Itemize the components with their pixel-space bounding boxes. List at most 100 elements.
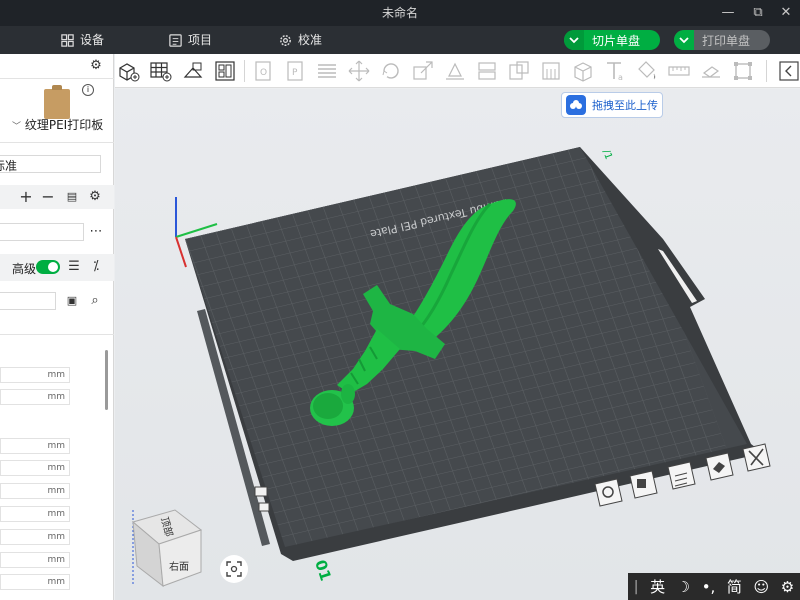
support-paint-icon[interactable] <box>539 59 563 83</box>
setting-field[interactable]: mm <box>0 460 70 476</box>
emoji-icon[interactable]: ☺ <box>754 578 770 596</box>
left-panel: ⚙ i ﹀ 纹理PEI打印板 标准 + − ▤ ⚙ ⋯ 高级 ☰ ⁒ ▣ ⌕ m… <box>0 54 114 600</box>
search-input[interactable] <box>0 292 56 310</box>
plate-type-select[interactable]: ﹀ 纹理PEI打印板 <box>12 116 103 133</box>
plate-corner-mark: /1 <box>600 148 614 161</box>
auto-orient-icon[interactable] <box>181 59 205 83</box>
gear-icon[interactable]: ⚙ <box>87 189 103 205</box>
menu-device-label: 设备 <box>80 33 105 47</box>
setting-field[interactable]: mm <box>0 574 70 590</box>
close-button[interactable]: ✕ <box>776 4 796 22</box>
maximize-button[interactable]: ⧉ <box>748 4 768 22</box>
toolbar: O P a <box>115 54 800 88</box>
project-icon <box>169 33 182 47</box>
assembly-icon[interactable] <box>699 59 723 83</box>
advanced-label: 高级 <box>12 262 37 276</box>
print-plate-label: 打印单盘 <box>702 33 751 48</box>
chevron-down-icon[interactable] <box>674 30 694 50</box>
menu-project[interactable]: 项目 <box>168 26 212 54</box>
sync-icon[interactable]: ▤ <box>64 189 80 205</box>
nav-cube-right-label: 右面 <box>169 560 189 573</box>
title-bar: 未命名 — ⧉ ✕ <box>0 0 800 26</box>
color-paint-icon[interactable] <box>635 59 659 83</box>
profile-select[interactable]: 标准 <box>0 155 101 173</box>
toolbar-divider <box>766 60 767 82</box>
slice-plate-label: 切片单盘 <box>592 33 641 48</box>
measure-icon[interactable] <box>667 59 691 83</box>
remove-icon[interactable]: − <box>40 189 56 205</box>
seam-paint-icon[interactable] <box>571 59 595 83</box>
setting-field[interactable]: mm <box>0 529 70 545</box>
more-icon[interactable]: ⋯ <box>88 224 104 240</box>
print-plate-button[interactable]: 打印单盘 <box>674 30 770 50</box>
minimize-button[interactable]: — <box>718 4 738 22</box>
settings-icon[interactable]: ⚙ <box>781 578 794 596</box>
menu-device[interactable]: 设备 <box>60 26 104 54</box>
cloud-upload-icon <box>566 95 586 115</box>
text-icon[interactable]: a <box>603 59 627 83</box>
object-list-icon[interactable]: O <box>251 59 275 83</box>
save-icon[interactable]: ▣ <box>64 293 80 309</box>
menu-calibrate-label: 校准 <box>298 33 323 47</box>
punctuation-icon[interactable]: •, <box>702 578 716 596</box>
fit-view-icon[interactable] <box>731 59 755 83</box>
settings-icon[interactable]: ⚙ <box>88 58 104 74</box>
filament-header: + − ▤ ⚙ <box>0 185 114 209</box>
svg-text:a: a <box>618 73 623 82</box>
layers-icon[interactable] <box>315 59 339 83</box>
plate-settings-icon[interactable]: P <box>283 59 307 83</box>
menu-bar: 设备 项目 校准 切片单盘 打印单盘 <box>0 26 800 54</box>
info-icon[interactable]: i <box>82 84 94 96</box>
setting-field[interactable]: mm <box>0 483 70 499</box>
window-title: 未命名 <box>381 6 418 20</box>
scrollbar[interactable] <box>105 350 108 410</box>
setting-field[interactable]: mm <box>0 552 70 568</box>
compare-icon[interactable]: ⁒ <box>88 259 104 275</box>
menu-calibrate[interactable]: 校准 <box>278 26 322 54</box>
profile-name: 标准 <box>0 159 18 173</box>
lay-on-face-icon[interactable] <box>443 59 467 83</box>
setting-field[interactable]: mm <box>0 438 70 454</box>
list-icon[interactable]: ☰ <box>66 259 82 275</box>
arrange-icon[interactable] <box>213 59 237 83</box>
collapse-icon[interactable] <box>777 59 800 83</box>
build-plate-scene: Bambu Textured PEI Plate 01 /1 <box>175 147 771 583</box>
toolbar-divider <box>244 60 245 82</box>
device-icon <box>61 33 74 47</box>
ime-simplified-toggle[interactable]: 简 <box>727 576 742 597</box>
setting-field[interactable]: mm <box>0 389 70 405</box>
process-select[interactable] <box>0 223 84 241</box>
cut-icon[interactable] <box>475 59 499 83</box>
ime-grip[interactable]: | <box>634 579 639 595</box>
menu-project-label: 项目 <box>188 33 213 47</box>
add-icon[interactable]: + <box>18 189 34 205</box>
move-icon[interactable] <box>347 59 371 83</box>
svg-text:O: O <box>260 68 267 78</box>
chevron-down-icon: ﹀ <box>12 122 22 132</box>
y-axis <box>175 236 187 268</box>
gear-icon <box>280 34 291 46</box>
3d-viewport[interactable]: Bambu Textured PEI Plate 01 /1 拖拽至此上传 顶部… <box>115 89 800 600</box>
chevron-down-icon[interactable] <box>564 30 584 50</box>
setting-field[interactable]: mm <box>0 367 70 383</box>
slice-plate-button[interactable]: 切片单盘 <box>564 30 660 50</box>
ime-toolbar: | 英 ☽ •, 简 ☺ ⚙ <box>628 573 800 600</box>
plate-thumbnail[interactable] <box>44 85 70 119</box>
plate-type-label: 纹理PEI打印板 <box>24 118 104 132</box>
upload-button[interactable]: 拖拽至此上传 <box>561 92 663 118</box>
setting-field[interactable]: mm <box>0 506 70 522</box>
upload-label: 拖拽至此上传 <box>592 99 658 112</box>
svg-text:P: P <box>292 68 298 78</box>
focus-view-button[interactable] <box>220 555 248 583</box>
ime-lang-toggle[interactable]: 英 <box>650 576 665 597</box>
navigation-cube[interactable]: 顶部 右面 <box>123 500 203 590</box>
add-plate-icon[interactable] <box>149 59 173 83</box>
moon-icon[interactable]: ☽ <box>677 578 690 596</box>
search-icon[interactable]: ⌕ <box>87 293 103 309</box>
scale-icon[interactable] <box>411 59 435 83</box>
rotate-icon[interactable] <box>379 59 403 83</box>
advanced-toggle[interactable] <box>36 260 60 274</box>
boolean-icon[interactable] <box>507 59 531 83</box>
add-object-icon[interactable] <box>117 59 141 83</box>
plate-number: 01 <box>311 558 335 583</box>
